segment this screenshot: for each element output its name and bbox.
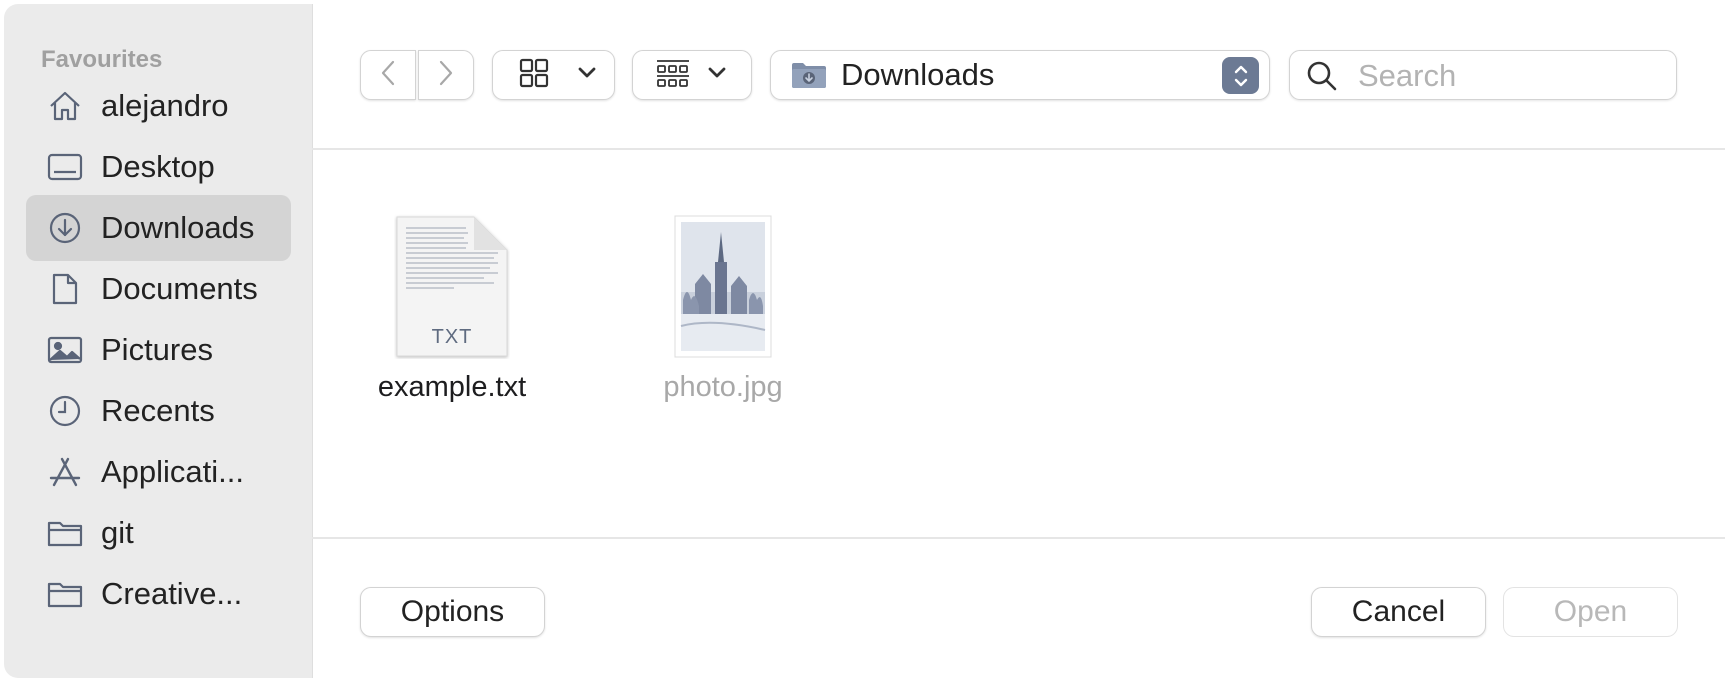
sidebar-item-label: alejandro (101, 88, 229, 123)
sidebar-item-label: Pictures (101, 332, 213, 367)
file-item-photo-jpg: photo.jpg (643, 214, 803, 404)
folder-icon (46, 514, 84, 552)
stepper-icon (1222, 57, 1259, 94)
sidebar-item-downloads[interactable]: Downloads (26, 195, 291, 261)
file-name: example.txt (377, 371, 527, 403)
search-input[interactable] (1356, 55, 1660, 97)
sidebar-item-label: Desktop (101, 149, 215, 184)
sidebar-item-label: Applicati... (101, 454, 245, 489)
pictures-icon (46, 331, 84, 369)
location-popup[interactable]: Downloads (770, 50, 1270, 100)
downloads-folder-icon (791, 60, 827, 90)
sidebar-item-label: Creative... (101, 576, 243, 611)
sidebar-item-label: Recents (101, 393, 215, 428)
file-item-example-txt[interactable]: TXT example.txt (367, 214, 537, 404)
sidebar-item-label: git (101, 515, 134, 550)
desktop-icon (46, 148, 84, 186)
sidebar-item-label: Downloads (101, 210, 255, 245)
chevron-down-icon (577, 66, 597, 85)
sidebar-item-alejandro[interactable]: alejandro (26, 73, 291, 139)
group-by-button[interactable] (632, 50, 752, 100)
text-document-icon: TXT (394, 214, 510, 359)
sidebar-item-desktop[interactable]: Desktop (26, 134, 291, 200)
sidebar-item-creative[interactable]: Creative... (26, 561, 291, 627)
applications-icon (46, 453, 84, 491)
sidebar-item-label: Documents (101, 271, 258, 306)
open-button[interactable]: Open (1503, 587, 1678, 637)
search-icon (1306, 60, 1338, 97)
sidebar-item-pictures[interactable]: Pictures (26, 317, 291, 383)
view-mode-button[interactable] (492, 50, 615, 100)
sidebar-item-git[interactable]: git (26, 500, 291, 566)
options-button[interactable]: Options (360, 587, 545, 637)
document-icon (46, 270, 84, 308)
back-button[interactable] (360, 50, 416, 100)
file-name: photo.jpg (663, 371, 783, 403)
chevron-left-icon (379, 59, 397, 92)
sidebar-item-recents[interactable]: Recents (26, 378, 291, 444)
home-icon (46, 87, 84, 125)
group-by-icon (655, 58, 691, 93)
toolbar-divider (312, 148, 1725, 150)
image-thumbnail (673, 214, 773, 359)
cancel-button[interactable]: Cancel (1311, 587, 1486, 637)
footer-divider (312, 537, 1725, 539)
search-field[interactable] (1289, 50, 1677, 100)
forward-button[interactable] (418, 50, 474, 100)
sidebar-item-applications[interactable]: Applicati... (26, 439, 291, 505)
sidebar-item-documents[interactable]: Documents (26, 256, 291, 322)
file-type-badge: TXT (431, 326, 473, 348)
file-open-dialog: Favourites alejandro Desktop Downloads D… (0, 0, 1725, 682)
chevron-down-icon (707, 66, 727, 85)
downloads-icon (46, 209, 84, 247)
chevron-right-icon (437, 59, 455, 92)
clock-icon (46, 392, 84, 430)
sidebar-heading: Favourites (41, 46, 163, 73)
grid-view-icon (519, 58, 549, 93)
location-label: Downloads (841, 57, 995, 92)
folder-icon (46, 575, 84, 613)
sidebar: Favourites alejandro Desktop Downloads D… (4, 4, 313, 678)
